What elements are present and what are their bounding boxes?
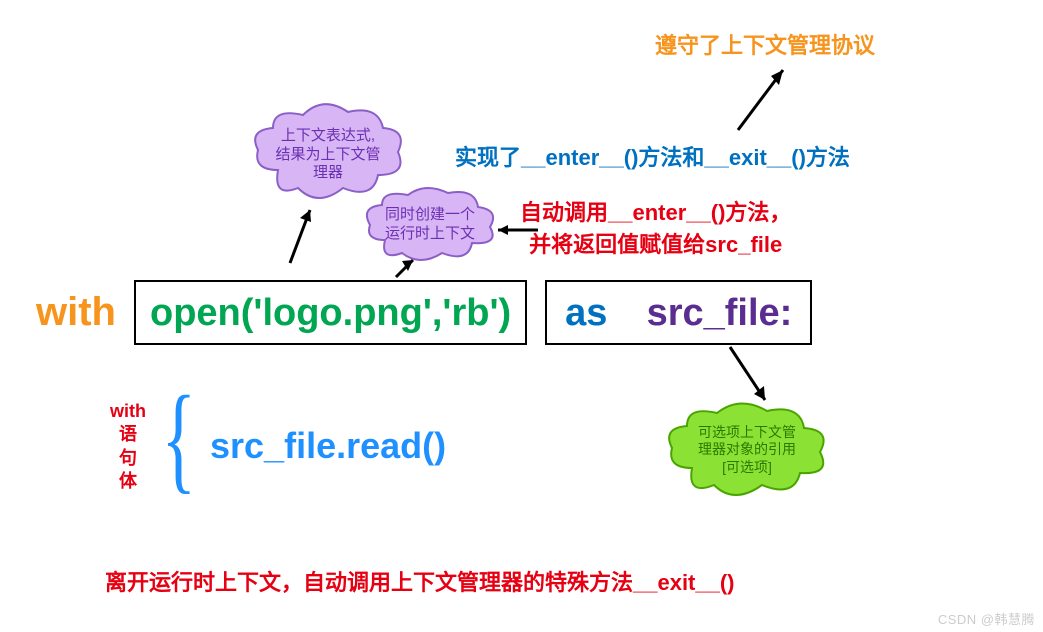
arrow-blue-to-orange [728, 58, 798, 138]
watermark: CSDN @韩慧腾 [938, 609, 1035, 628]
exit-text: 离开运行时上下文，自动调用上下文管理器的特殊方法__exit__() [105, 565, 735, 597]
read-call: src_file.read() [210, 425, 446, 467]
with-keyword: with [36, 290, 116, 335]
cloud-optional-ref: 可选项上下文管 理器对象的引用 [可选项] [662, 400, 832, 500]
with-body-l1: with [110, 400, 146, 423]
red-line-2: 并将返回值赋值给src_file [520, 227, 791, 259]
auto-call-enter-text: 自动调用__enter__()方法， 并将返回值赋值给src_file [520, 195, 791, 259]
arrow-cloud1-to-box [280, 205, 340, 275]
with-body-l4: 体 [110, 470, 146, 493]
src-file-var: src_file: [647, 292, 793, 334]
enter-exit-methods-text: 实现了__enter__()方法和__exit__()方法 [455, 140, 850, 172]
with-body-l3: 句 [110, 447, 146, 470]
cloudg-l2: 理器对象的引用 [698, 441, 796, 459]
open-expression-box: open('logo.png','rb') [134, 280, 527, 345]
cloud1-l2: 结果为上下文管 [275, 146, 380, 165]
with-body-label: with 语 句 体 [110, 400, 146, 494]
protocol-text: 遵守了上下文管理协议 [655, 28, 875, 60]
cloud2-l2: 运行时上下文 [385, 225, 475, 244]
cloud1-l3: 理器 [275, 164, 380, 183]
cloud1-l1: 上下文表达式, [275, 127, 380, 146]
cloud2-l1: 同时创建一个 [385, 206, 475, 225]
cloud-runtime-context: 同时创建一个 运行时上下文 [360, 185, 500, 265]
as-box: as src_file: [545, 280, 812, 345]
open-call: open('logo.png','rb') [150, 292, 511, 334]
as-keyword: as [565, 292, 607, 334]
red-line-1: 自动调用__enter__()方法， [520, 195, 791, 227]
arrow-red-to-cloud2 [490, 222, 540, 238]
brace-icon: { [162, 378, 197, 498]
cloudg-l1: 可选项上下文管 [698, 424, 796, 442]
cloudg-l3: [可选项] [698, 459, 796, 477]
with-body-l2: 语 [110, 423, 146, 446]
code-row: with open('logo.png','rb') as src_file: [36, 280, 812, 345]
